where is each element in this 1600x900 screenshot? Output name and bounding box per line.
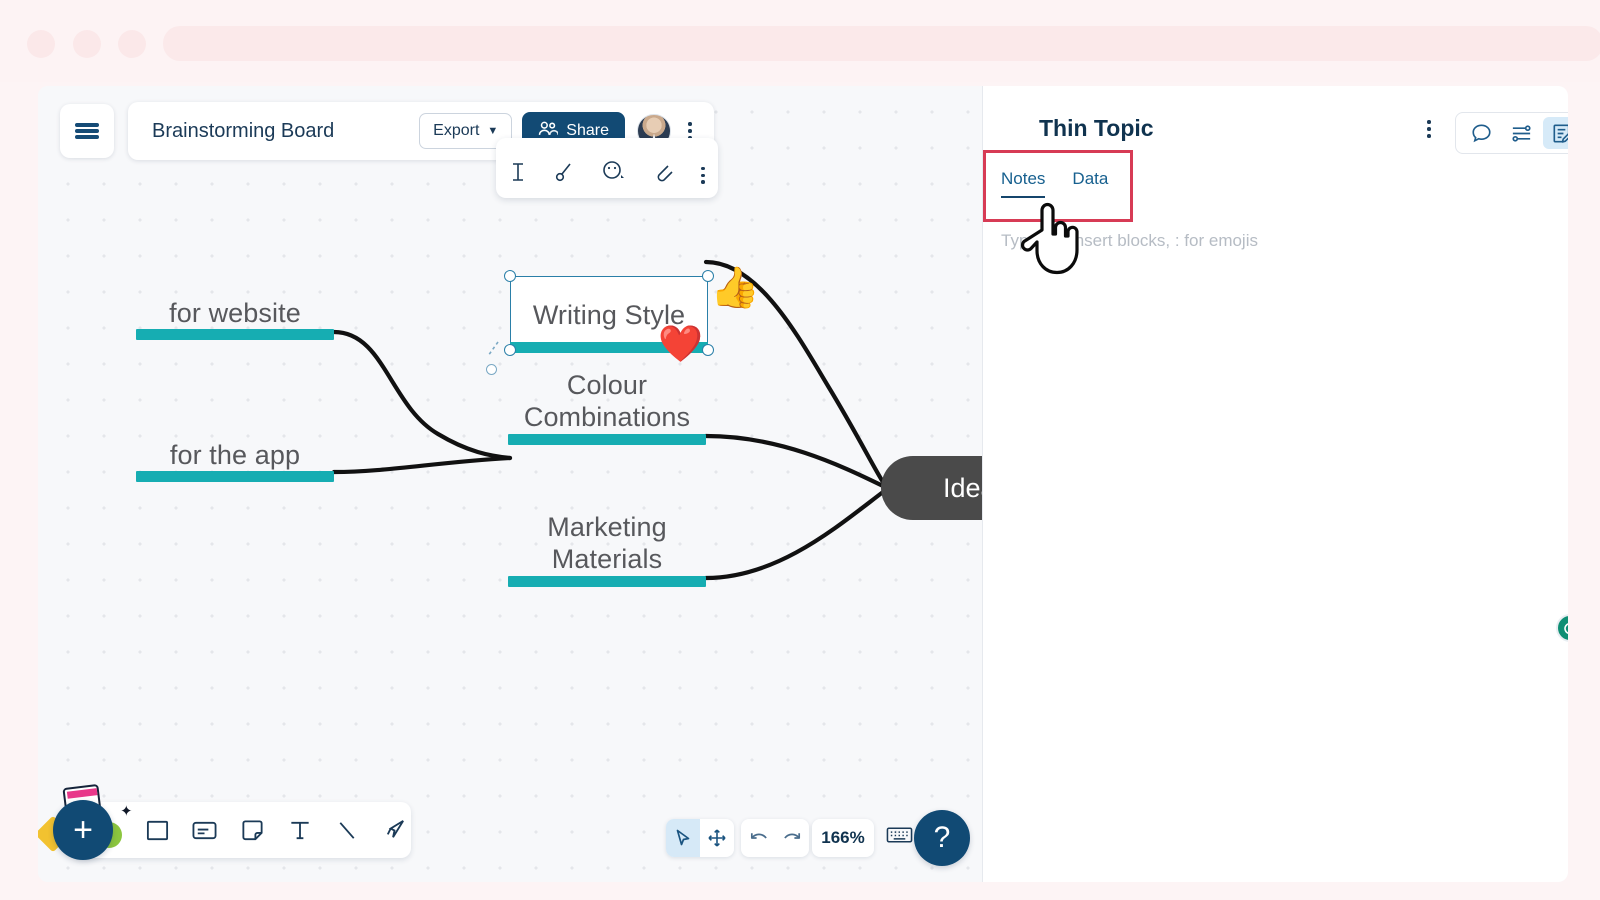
app-window: for website for the app Writing Style 👍 … <box>38 86 1568 882</box>
card-icon[interactable] <box>188 813 221 847</box>
node-label: for website <box>169 298 301 328</box>
text-icon[interactable] <box>283 813 316 847</box>
sticky-note-icon[interactable] <box>236 813 269 847</box>
ghost-resize-handle[interactable] <box>486 364 497 375</box>
hamburger-menu-button[interactable] <box>60 104 114 158</box>
node-label: for the app <box>169 440 301 470</box>
panel-more-menu[interactable] <box>1427 120 1431 138</box>
kebab-dot <box>688 129 692 133</box>
panel-title: Thin Topic <box>1039 115 1154 141</box>
history-group <box>741 819 809 857</box>
mindmap-canvas[interactable]: for website for the app Writing Style 👍 … <box>38 86 982 882</box>
node-bar <box>508 576 706 587</box>
resize-handle-top-left[interactable] <box>504 270 516 282</box>
kebab-dot <box>1427 133 1431 138</box>
kebab-dot <box>1427 120 1431 124</box>
traffic-light-close[interactable] <box>27 30 55 58</box>
address-bar[interactable] <box>163 26 1600 61</box>
export-label: Export <box>433 122 480 139</box>
tab-notes[interactable]: Notes <box>1001 169 1046 198</box>
hamburger-line <box>75 123 99 127</box>
kebab-dot <box>688 122 692 126</box>
line-icon[interactable] <box>330 813 363 847</box>
shape-rectangle-icon[interactable] <box>141 813 174 847</box>
caret-down-icon: ▼ <box>487 125 499 137</box>
mindmap-edges <box>331 259 886 581</box>
pointing-hand-cursor <box>1020 202 1079 275</box>
panel-tabs: Notes Data <box>1001 169 1108 198</box>
pan-mode-button[interactable] <box>700 819 734 857</box>
keyboard-shortcuts-button[interactable] <box>886 825 913 850</box>
notes-edit-icon[interactable] <box>1543 117 1568 149</box>
text-cursor-icon[interactable] <box>509 161 527 188</box>
mindmap-node-ideas[interactable]: Ideas <box>881 456 982 520</box>
pen-icon[interactable] <box>378 813 411 847</box>
redo-button[interactable] <box>775 819 809 857</box>
zoom-level-button[interactable]: 166% <box>812 819 874 857</box>
select-mode-button[interactable] <box>666 819 700 857</box>
comment-icon[interactable] <box>1463 117 1499 149</box>
node-label: Marketing Materials <box>547 512 667 574</box>
node-label: Ideas <box>943 472 982 503</box>
node-bar <box>136 329 334 340</box>
traffic-light-minimize[interactable] <box>73 30 101 58</box>
kebab-dot <box>1427 126 1431 131</box>
browser-chrome <box>0 0 1600 82</box>
sticker-heart[interactable]: ❤️ <box>658 326 703 362</box>
add-item-button[interactable]: + <box>53 800 113 860</box>
pen-icon[interactable] <box>554 161 574 188</box>
canvas-mode-group <box>666 819 734 857</box>
undo-button[interactable] <box>741 819 775 857</box>
tab-data[interactable]: Data <box>1072 169 1108 198</box>
hamburger-line <box>75 135 99 139</box>
kebab-menu-icon[interactable] <box>700 166 705 188</box>
board-title[interactable]: Brainstorming Board <box>152 120 419 143</box>
emoji-icon[interactable] <box>601 161 625 188</box>
hamburger-line <box>75 129 99 133</box>
help-button[interactable]: ? <box>914 810 970 866</box>
text-format-toolbar[interactable] <box>496 138 718 198</box>
node-bar <box>508 434 706 445</box>
traffic-light-maximize[interactable] <box>118 30 146 58</box>
sparkle-icon: ✦ <box>120 803 133 820</box>
panel-icon-group <box>1455 112 1568 154</box>
sticker-thumbs-up[interactable]: 👍 <box>710 268 760 308</box>
resize-handle-bottom-right[interactable] <box>702 344 714 356</box>
sync-status-icon[interactable] <box>1556 614 1568 642</box>
node-label: Colour Combinations <box>523 370 691 432</box>
settings-sliders-icon[interactable] <box>1503 117 1539 149</box>
link-icon[interactable] <box>652 161 674 188</box>
node-bar <box>136 471 334 482</box>
